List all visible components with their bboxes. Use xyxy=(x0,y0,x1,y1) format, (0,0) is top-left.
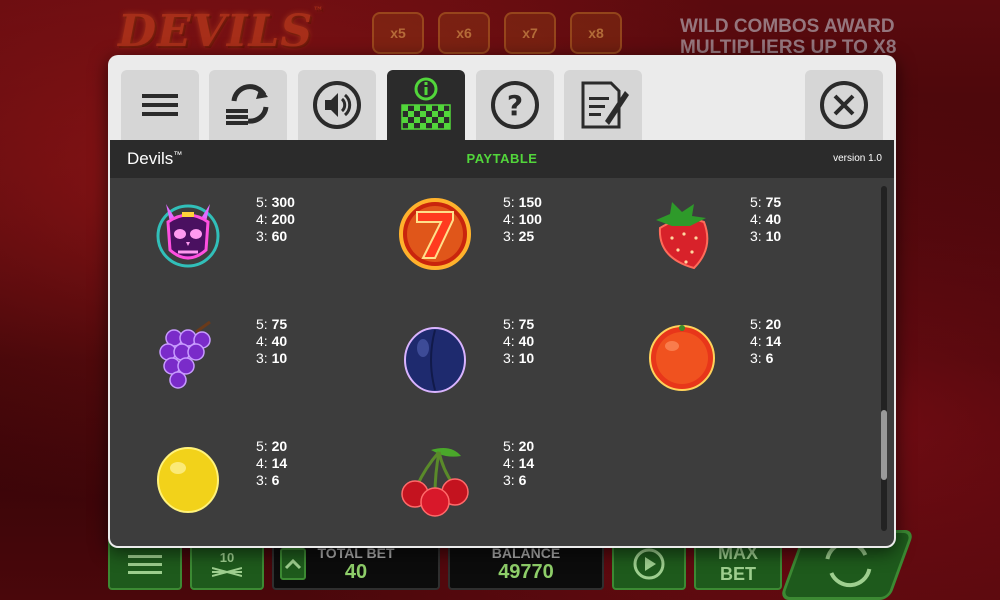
payout-list: 5: 20 4: 14 3: 6 xyxy=(750,316,782,366)
lines-icon xyxy=(212,566,242,577)
paytable-dialog: ? Devils™ PAYTABLE version 1.0 5: 300 4:… xyxy=(108,55,896,548)
paytable-item: 5: 75 4: 40 3: 10 xyxy=(610,184,850,284)
grapes-icon xyxy=(159,320,211,389)
payout-list: 5: 150 4: 100 3: 25 xyxy=(503,194,542,244)
close-button[interactable] xyxy=(805,70,883,140)
tab-history[interactable] xyxy=(564,70,642,140)
plum-icon xyxy=(404,327,466,393)
payout-list: 5: 75 4: 40 3: 10 xyxy=(750,194,782,244)
paytable-item: 5: 20 4: 14 3: 6 xyxy=(363,428,603,528)
multiplier-badge: x8 xyxy=(570,12,622,54)
paytable-icon xyxy=(401,77,451,130)
tab-sound[interactable] xyxy=(298,70,376,140)
chevron-up-icon xyxy=(284,558,302,570)
history-icon xyxy=(581,81,629,129)
help-icon: ? xyxy=(491,81,539,129)
cherries-icon xyxy=(401,448,469,517)
svg-text:?: ? xyxy=(507,89,523,122)
close-icon xyxy=(820,81,868,129)
orange-icon xyxy=(649,325,715,391)
game-logo: DEVILS™ xyxy=(118,6,325,57)
tab-autoplay[interactable] xyxy=(209,70,287,140)
promo-text: WILD COMBOS AWARD MULTIPLIERS UP TO X8 xyxy=(680,16,897,58)
paytable-item: 5: 300 4: 200 3: 60 xyxy=(116,184,356,284)
lemon-icon xyxy=(157,447,219,513)
devil-skull-icon xyxy=(156,204,220,268)
paytable-item: 5: 20 4: 14 3: 6 xyxy=(610,306,850,406)
payout-list: 5: 75 4: 40 3: 10 xyxy=(256,316,288,366)
paytable-item: 5: 20 4: 14 3: 6 xyxy=(116,428,356,528)
sound-icon xyxy=(313,81,361,129)
tab-help[interactable]: ? xyxy=(476,70,554,140)
version-label: version 1.0 xyxy=(833,153,882,164)
paytable-item: 5: 150 4: 100 3: 25 xyxy=(363,184,603,284)
tab-menu[interactable] xyxy=(121,70,199,140)
seven-icon xyxy=(399,198,471,270)
strawberry-icon xyxy=(656,202,709,270)
payout-list: 5: 75 4: 40 3: 10 xyxy=(503,316,535,366)
bet-increase-button[interactable] xyxy=(280,548,306,580)
play-circle-icon xyxy=(633,548,665,580)
menu-icon xyxy=(128,555,162,574)
section-title: PAYTABLE xyxy=(466,151,538,166)
tab-paytable[interactable] xyxy=(387,70,465,140)
paytable-content: 5: 300 4: 200 3: 60 5: 150 4: 100 3: 25 xyxy=(110,178,894,546)
payout-list: 5: 20 4: 14 3: 6 xyxy=(503,438,535,488)
paytable-item: 5: 75 4: 40 3: 10 xyxy=(116,306,356,406)
paytable-item: 5: 75 4: 40 3: 10 xyxy=(363,306,603,406)
multiplier-badge: x6 xyxy=(438,12,490,54)
multiplier-badge: x5 xyxy=(372,12,424,54)
payout-list: 5: 300 4: 200 3: 60 xyxy=(256,194,295,244)
scrollbar-thumb[interactable] xyxy=(881,410,887,480)
dialog-header: Devils™ PAYTABLE version 1.0 xyxy=(110,140,894,178)
autoplay-icon xyxy=(226,84,269,125)
menu-icon xyxy=(142,94,178,116)
payout-list: 5: 20 4: 14 3: 6 xyxy=(256,438,288,488)
multiplier-badge: x7 xyxy=(504,12,556,54)
